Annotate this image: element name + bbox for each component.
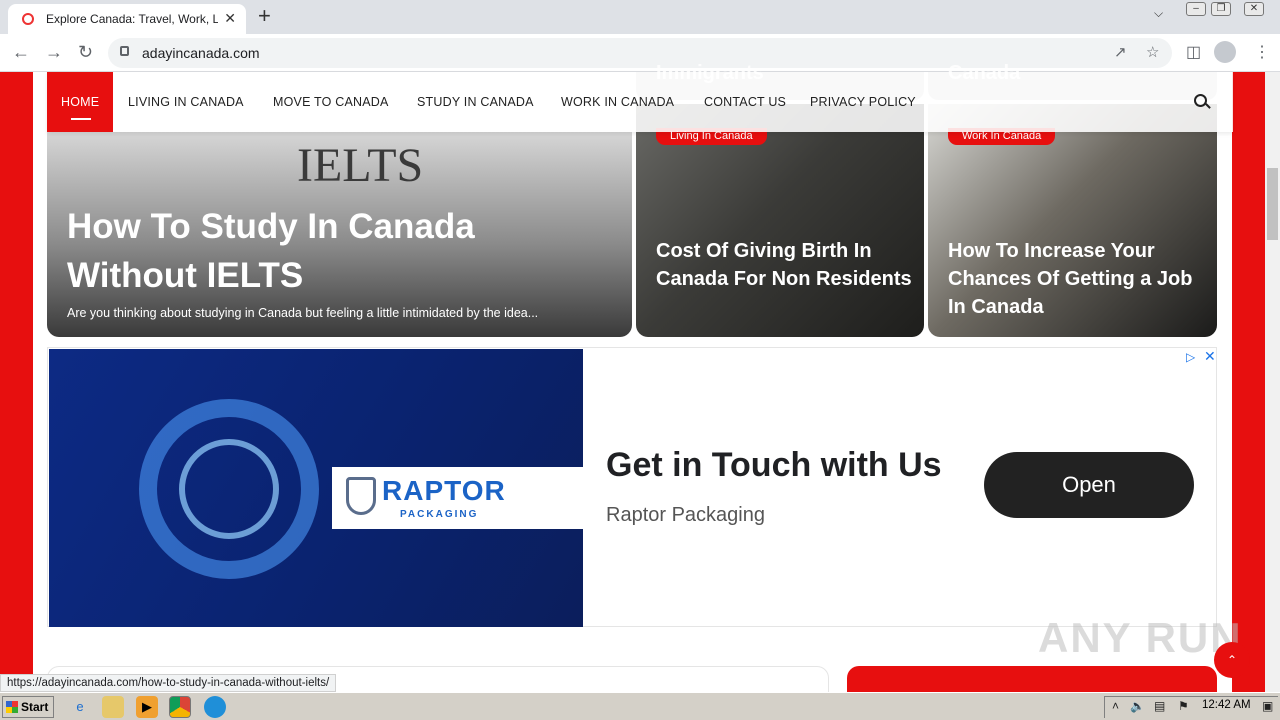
post-card[interactable]: Work In Canada How To Increase Your Chan… xyxy=(928,104,1217,337)
clock: 12:42 AM xyxy=(1202,699,1251,711)
featured-post-card[interactable]: IELTS How To Study In Canada Without IEL… xyxy=(47,132,632,337)
post-title[interactable]: How To Increase Your Chances Of Getting … xyxy=(948,237,1208,321)
main-navigation: HOME LIVING IN CANADA MOVE TO CANADA STU… xyxy=(47,72,1233,132)
ad-open-button[interactable]: Open xyxy=(984,452,1194,518)
profile-avatar[interactable] xyxy=(1214,41,1236,63)
ie-icon[interactable]: e xyxy=(69,696,91,718)
scrollbar-thumb[interactable] xyxy=(1267,168,1278,240)
flag-icon[interactable]: ⚑ xyxy=(1178,699,1189,713)
advertisement[interactable]: RAPTOR PACKAGING ▷ ✕ Get in Touch with U… xyxy=(47,347,1217,627)
nav-item-home[interactable]: HOME xyxy=(47,72,114,132)
nav-item-study-in-canada[interactable]: STUDY IN CANADA xyxy=(417,72,534,132)
ad-close-icon[interactable]: ✕ xyxy=(1204,348,1216,365)
volume-icon[interactable]: 🔈 xyxy=(1130,699,1145,713)
lock-icon[interactable] xyxy=(120,46,129,56)
new-tab-button[interactable]: + xyxy=(258,4,271,28)
close-tab-icon[interactable]: ✕ xyxy=(224,10,236,27)
nav-item-contact-us[interactable]: CONTACT US xyxy=(704,72,786,132)
media-player-icon[interactable]: ▶ xyxy=(136,696,158,718)
tab-search-chevron-icon[interactable]: ⌵ xyxy=(1154,6,1163,21)
close-window-button[interactable]: ✕ xyxy=(1244,2,1264,16)
tray-chevron-icon[interactable]: ˄ xyxy=(1112,699,1119,713)
forward-icon[interactable]: → xyxy=(45,42,63,63)
chrome-icon[interactable] xyxy=(169,696,191,718)
ad-brand-sub: PACKAGING xyxy=(400,509,479,520)
edge-icon[interactable] xyxy=(204,696,226,718)
link-status-bar: https://adayincanada.com/how-to-study-in… xyxy=(0,674,337,692)
side-panel-icon[interactable]: ◫ xyxy=(1186,42,1201,62)
explorer-folder-icon[interactable] xyxy=(102,696,124,718)
restore-button[interactable]: ❐ xyxy=(1211,2,1231,16)
adchoices-icon[interactable]: ▷ xyxy=(1186,350,1195,364)
back-to-top-button[interactable]: ⌃ xyxy=(1214,642,1250,678)
ad-advertiser[interactable]: Raptor Packaging xyxy=(606,504,765,527)
os-taskbar: Start e ▶ ˄ 🔈 ▤ ⚑ 12:42 AM ▣ xyxy=(0,692,1280,720)
start-button[interactable]: Start xyxy=(2,696,54,718)
menu-kebab-icon[interactable]: ⋮ xyxy=(1254,42,1270,62)
search-icon[interactable] xyxy=(1194,94,1207,107)
network-icon[interactable]: ▤ xyxy=(1154,699,1165,713)
nav-item-privacy-policy[interactable]: PRIVACY POLICY xyxy=(810,72,916,132)
share-icon[interactable]: ↗ xyxy=(1114,43,1127,61)
tab-strip: Explore Canada: Travel, Work, Live, ... … xyxy=(0,0,1280,34)
nav-item-work-in-canada[interactable]: WORK IN CANADA xyxy=(561,72,674,132)
post-title[interactable]: Cost Of Giving Birth In Canada For Non R… xyxy=(656,237,916,293)
featured-post-title[interactable]: How To Study In Canada Without IELTS xyxy=(67,202,607,300)
nav-item-move-to-canada[interactable]: MOVE TO CANADA xyxy=(273,72,389,132)
ad-brand-logo: RAPTOR PACKAGING xyxy=(332,467,583,529)
nav-item-living-in-canada[interactable]: LIVING IN CANADA xyxy=(128,72,244,132)
featured-post-excerpt: Are you thinking about studying in Canad… xyxy=(67,306,539,320)
ad-ring-graphic xyxy=(179,439,279,539)
minimize-button[interactable]: – xyxy=(1186,2,1206,16)
browser-toolbar: ← → ↻ adayincanada.com ↗ ☆ ◫ ⋮ xyxy=(0,34,1280,72)
reload-icon[interactable]: ↻ xyxy=(78,42,93,63)
shield-icon xyxy=(346,477,376,515)
post-card[interactable]: Living In Canada Cost Of Giving Birth In… xyxy=(636,104,924,337)
ad-headline[interactable]: Get in Touch with Us xyxy=(606,446,942,485)
url-text[interactable]: adayincanada.com xyxy=(142,45,260,61)
featured-image-text: IELTS xyxy=(297,139,424,192)
ad-image[interactable]: RAPTOR PACKAGING xyxy=(49,349,583,627)
bookmark-star-icon[interactable]: ☆ xyxy=(1146,43,1159,61)
ad-brand-name: RAPTOR xyxy=(382,475,506,506)
page-scrollbar[interactable] xyxy=(1265,72,1280,692)
browser-tab[interactable]: Explore Canada: Travel, Work, Live, ... … xyxy=(8,4,246,34)
show-desktop-icon[interactable]: ▣ xyxy=(1262,699,1273,713)
tab-title: Explore Canada: Travel, Work, Live, ... xyxy=(46,12,218,26)
watermark-text: ANY RUN xyxy=(1038,614,1243,661)
back-icon[interactable]: ← xyxy=(12,42,30,63)
favicon-icon xyxy=(22,13,34,25)
